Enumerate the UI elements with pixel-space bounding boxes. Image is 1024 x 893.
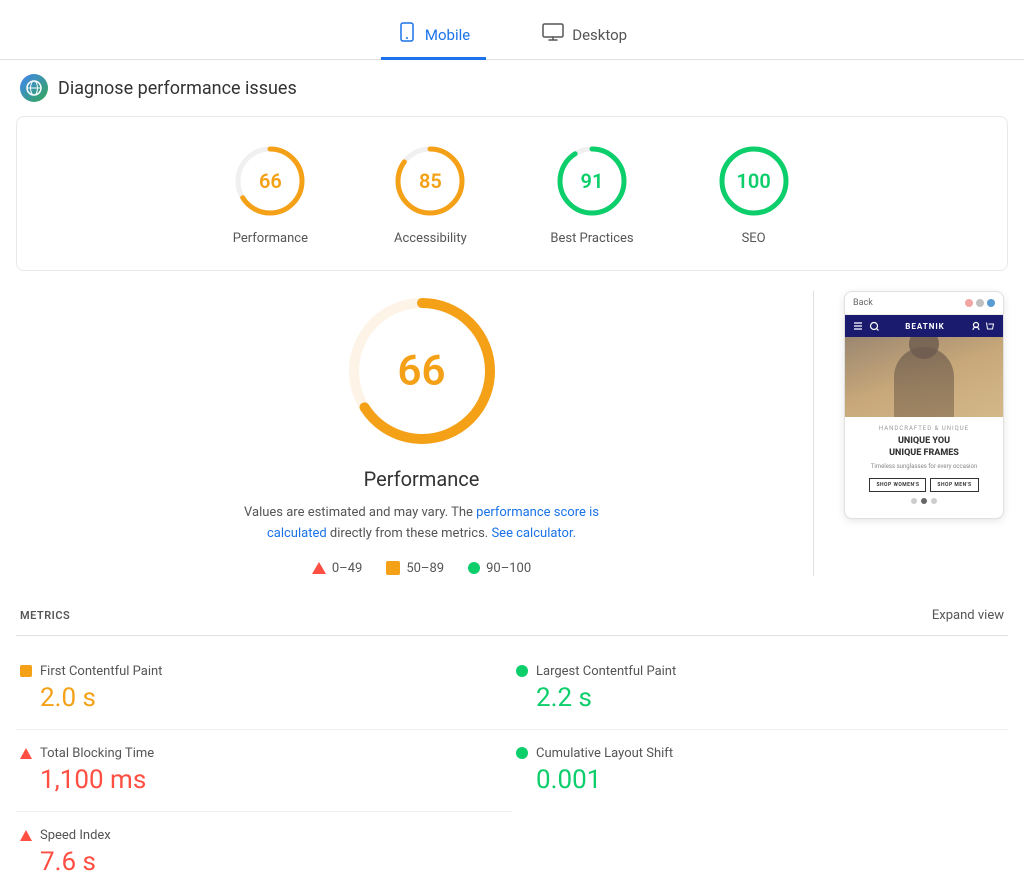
cls-header: Cumulative Layout Shift (516, 746, 1004, 761)
best-practices-label: Best Practices (550, 231, 633, 246)
mobile-icon (397, 22, 417, 47)
metrics-header: METRICS Expand view (16, 596, 1008, 636)
score-accessibility: 85 Accessibility (390, 141, 470, 246)
phone-brand: BEATNIK (905, 322, 945, 331)
tab-mobile-label: Mobile (425, 26, 470, 44)
fcp-name: First Contentful Paint (40, 664, 162, 679)
lcp-value: 2.2 s (536, 683, 1004, 713)
lcp-indicator (516, 665, 528, 677)
header-icon (20, 74, 48, 102)
shop-womens-button[interactable]: SHOP WOMEN'S (869, 478, 926, 492)
si-header: Speed Index (20, 828, 508, 843)
calculator-link[interactable]: See calculator. (491, 526, 576, 541)
phone-preview: Back (844, 291, 1004, 519)
indicator-2 (921, 498, 927, 504)
legend-orange: 50–89 (386, 561, 444, 576)
dot-blue (987, 299, 995, 307)
metrics-grid: First Contentful Paint 2.0 s Largest Con… (16, 648, 1008, 893)
legend-orange-range: 50–89 (406, 561, 444, 576)
legend-green-range: 90–100 (486, 561, 531, 576)
legend-red-range: 0–49 (332, 561, 362, 576)
indicator-3 (931, 498, 937, 504)
score-performance: 66 Performance (230, 141, 310, 246)
tab-desktop[interactable]: Desktop (526, 13, 643, 59)
metric-fcp: First Contentful Paint 2.0 s (16, 648, 512, 730)
performance-circle: 66 (230, 141, 310, 221)
vertical-divider (813, 291, 814, 576)
red-triangle-icon (312, 562, 326, 574)
metrics-title: METRICS (20, 609, 70, 622)
seo-score: 100 (736, 169, 770, 193)
desktop-icon (542, 23, 564, 46)
phone-carousel-indicators (853, 492, 995, 510)
legend-green: 90–100 (468, 561, 531, 576)
cls-value: 0.001 (536, 765, 1004, 795)
desc-text-1: Values are estimated and may vary. The (244, 505, 473, 520)
tbt-value: 1,100 ms (40, 765, 508, 795)
seo-circle: 100 (714, 141, 794, 221)
main-score-value: 66 (398, 347, 446, 396)
si-indicator (20, 830, 32, 841)
dot-red (965, 299, 973, 307)
phone-subtitle: HANDCRAFTED & UNIQUE (853, 425, 995, 432)
accessibility-score: 85 (419, 169, 442, 193)
phone-back-label: Back (853, 298, 873, 308)
phone-subheading: Timeless sunglasses for every occasion (853, 463, 995, 470)
phone-color-dots (965, 299, 995, 307)
indicator-1 (911, 498, 917, 504)
cls-name: Cumulative Layout Shift (536, 746, 673, 761)
score-section: 66 Performance 85 Accessibility 91 Best … (16, 116, 1008, 271)
legend-red: 0–49 (312, 561, 362, 576)
lcp-name: Largest Contentful Paint (536, 664, 676, 679)
desc-text-2: directly from these metrics. (330, 526, 492, 541)
tbt-name: Total Blocking Time (40, 746, 154, 761)
si-name: Speed Index (40, 828, 111, 843)
shop-mens-button[interactable]: SHOP MEN'S (930, 478, 978, 492)
accessibility-label: Accessibility (394, 231, 467, 246)
phone-cta-buttons: SHOP WOMEN'S SHOP MEN'S (853, 478, 995, 492)
seo-label: SEO (742, 231, 766, 246)
phone-heading: UNIQUE YOUUNIQUE FRAMES (853, 436, 995, 459)
phone-content-area: HANDCRAFTED & UNIQUE UNIQUE YOUUNIQUE FR… (845, 417, 1003, 518)
accessibility-circle: 85 (390, 141, 470, 221)
phone-nav-bar: BEATNIK (845, 315, 1003, 337)
fcp-header: First Contentful Paint (20, 664, 508, 679)
metric-si: Speed Index 7.6 s (16, 812, 512, 893)
phone-top-bar: Back (845, 292, 1003, 315)
best-practices-circle: 91 (552, 141, 632, 221)
tab-mobile[interactable]: Mobile (381, 12, 486, 60)
dot-gray (976, 299, 984, 307)
tab-bar: Mobile Desktop (0, 0, 1024, 60)
phone-mockup: Back (844, 291, 1004, 519)
main-content: 66 Performance Values are estimated and … (0, 271, 1024, 596)
legend: 0–49 50–89 90–100 (312, 561, 531, 576)
score-description: Values are estimated and may vary. The p… (222, 503, 622, 545)
green-circle-icon (468, 562, 480, 574)
best-practices-score: 91 (581, 169, 604, 193)
metric-lcp: Largest Contentful Paint 2.2 s (512, 648, 1008, 730)
tbt-header: Total Blocking Time (20, 746, 508, 761)
main-score-label: Performance (364, 467, 480, 491)
left-panel: 66 Performance Values are estimated and … (60, 291, 783, 576)
score-seo: 100 SEO (714, 141, 794, 246)
metric-cls: Cumulative Layout Shift 0.001 (512, 730, 1008, 812)
score-best-practices: 91 Best Practices (550, 141, 633, 246)
orange-square-icon (386, 561, 400, 575)
performance-score: 66 (259, 169, 282, 193)
phone-hero-image (845, 337, 1003, 417)
main-score-circle: 66 (342, 291, 502, 451)
cls-indicator (516, 747, 528, 759)
tab-desktop-label: Desktop (572, 26, 627, 44)
tbt-indicator (20, 748, 32, 759)
performance-label: Performance (233, 231, 308, 246)
expand-view-button[interactable]: Expand view (932, 608, 1004, 623)
metric-tbt: Total Blocking Time 1,100 ms (16, 730, 512, 812)
lcp-header: Largest Contentful Paint (516, 664, 1004, 679)
page-title: Diagnose performance issues (58, 78, 297, 99)
fcp-value: 2.0 s (40, 683, 508, 713)
metrics-section: METRICS Expand view First Contentful Pai… (16, 596, 1008, 893)
fcp-indicator (20, 665, 32, 677)
page-header: Diagnose performance issues (0, 60, 1024, 116)
